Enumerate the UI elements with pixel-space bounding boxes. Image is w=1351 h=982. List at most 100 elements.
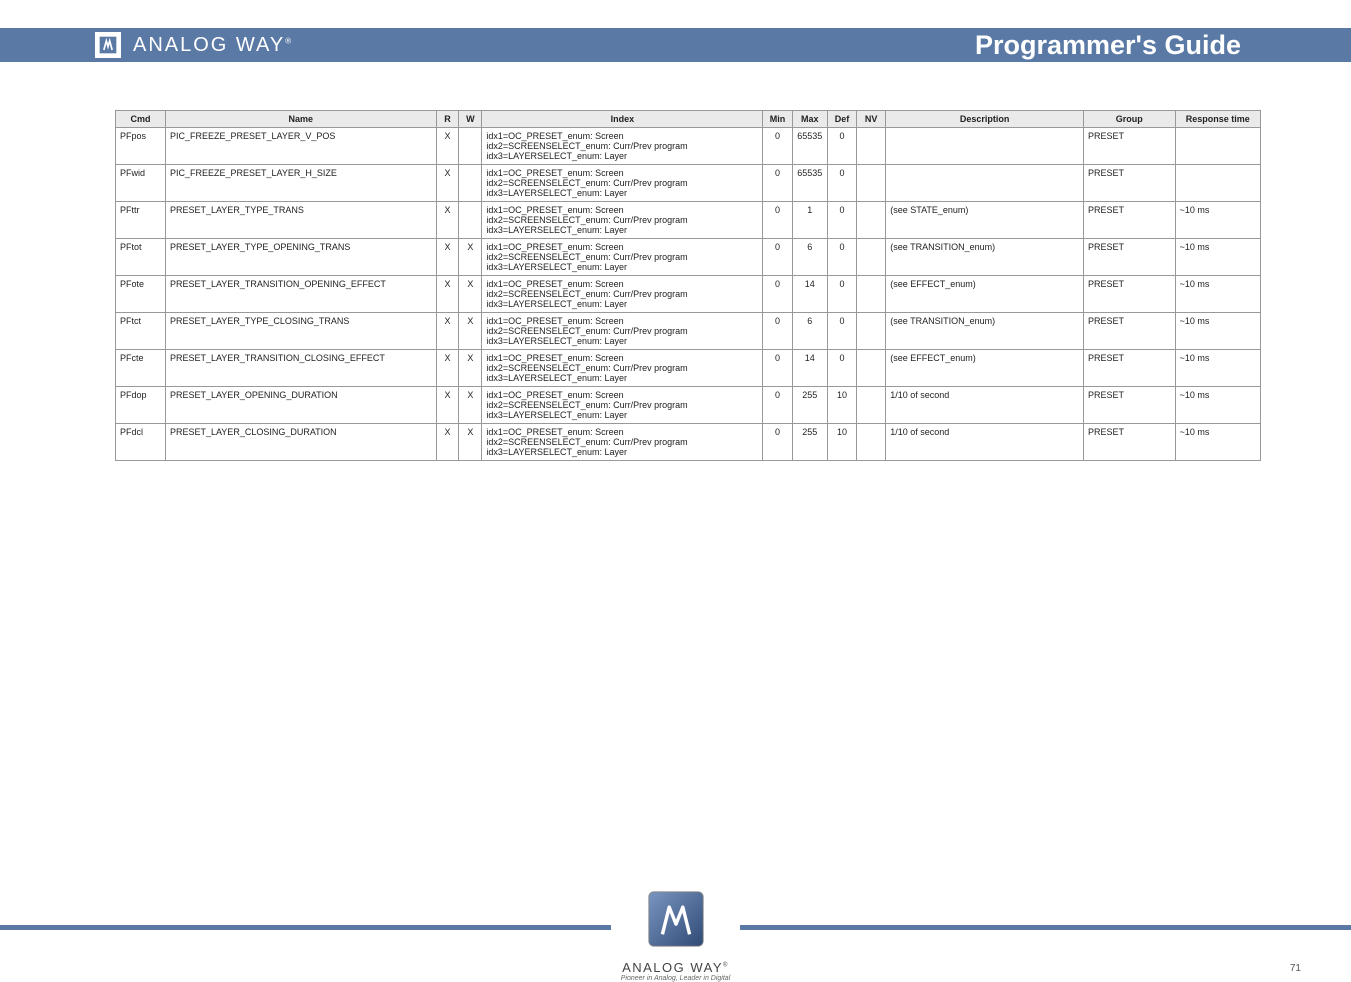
cell: idx1=OC_PRESET_enum: Screenidx2=SCREENSE… bbox=[482, 387, 763, 424]
logo-icon bbox=[95, 32, 121, 58]
cell bbox=[857, 128, 886, 165]
footer-line-right bbox=[740, 925, 1351, 930]
cell: ~10 ms bbox=[1175, 424, 1260, 461]
brand-name: ANALOG WAY bbox=[133, 34, 285, 56]
cell bbox=[857, 424, 886, 461]
cell: PRESET_LAYER_TYPE_OPENING_TRANS bbox=[165, 239, 436, 276]
cell: 0 bbox=[827, 276, 856, 313]
cell: ~10 ms bbox=[1175, 239, 1260, 276]
cell: 6 bbox=[792, 239, 827, 276]
cell: 0 bbox=[827, 202, 856, 239]
cell: X bbox=[436, 165, 459, 202]
cell bbox=[857, 313, 886, 350]
th-group: Group bbox=[1084, 111, 1176, 128]
cell: 0 bbox=[763, 239, 792, 276]
cell: X bbox=[459, 276, 482, 313]
footer-line-left bbox=[0, 925, 611, 930]
footer-tagline: Pioneer in Analog, Leader in Digital bbox=[621, 975, 730, 982]
cell: 0 bbox=[763, 165, 792, 202]
cell: PRESET bbox=[1084, 239, 1176, 276]
cell: 10 bbox=[827, 387, 856, 424]
table-row: PFdopPRESET_LAYER_OPENING_DURATIONXXidx1… bbox=[116, 387, 1261, 424]
table-row: PFposPIC_FREEZE_PRESET_LAYER_V_POSXidx1=… bbox=[116, 128, 1261, 165]
page-title: Programmer's Guide bbox=[975, 30, 1241, 61]
cell: 1/10 of second bbox=[886, 387, 1084, 424]
cell: 0 bbox=[827, 165, 856, 202]
cell bbox=[886, 165, 1084, 202]
cell bbox=[459, 202, 482, 239]
th-max: Max bbox=[792, 111, 827, 128]
cell: X bbox=[459, 313, 482, 350]
cell: PRESET bbox=[1084, 350, 1176, 387]
cell: X bbox=[459, 387, 482, 424]
cell: idx1=OC_PRESET_enum: Screenidx2=SCREENSE… bbox=[482, 313, 763, 350]
cell: 0 bbox=[827, 128, 856, 165]
cell: 1 bbox=[792, 202, 827, 239]
cell: ~10 ms bbox=[1175, 387, 1260, 424]
cell: idx1=OC_PRESET_enum: Screenidx2=SCREENSE… bbox=[482, 276, 763, 313]
cell: PFdop bbox=[116, 387, 166, 424]
cell: idx1=OC_PRESET_enum: Screenidx2=SCREENSE… bbox=[482, 202, 763, 239]
cell: PRESET bbox=[1084, 387, 1176, 424]
cell: X bbox=[436, 313, 459, 350]
table-row: PFttrPRESET_LAYER_TYPE_TRANSXidx1=OC_PRE… bbox=[116, 202, 1261, 239]
table-row: PFtotPRESET_LAYER_TYPE_OPENING_TRANSXXid… bbox=[116, 239, 1261, 276]
cell: idx1=OC_PRESET_enum: Screenidx2=SCREENSE… bbox=[482, 350, 763, 387]
cell: PFpos bbox=[116, 128, 166, 165]
th-index: Index bbox=[482, 111, 763, 128]
cell: X bbox=[436, 239, 459, 276]
th-w: W bbox=[459, 111, 482, 128]
cell: 0 bbox=[763, 202, 792, 239]
cell: PFtot bbox=[116, 239, 166, 276]
cell: (see EFFECT_enum) bbox=[886, 350, 1084, 387]
brand-reg: ® bbox=[285, 36, 293, 45]
cell: ~10 ms bbox=[1175, 276, 1260, 313]
cell: X bbox=[436, 350, 459, 387]
cell: PFcte bbox=[116, 350, 166, 387]
cell: 0 bbox=[763, 350, 792, 387]
th-cmd: Cmd bbox=[116, 111, 166, 128]
cell: PFttr bbox=[116, 202, 166, 239]
footer: ANALOG WAY® Pioneer in Analog, Leader in… bbox=[0, 885, 1351, 982]
cell: (see TRANSITION_enum) bbox=[886, 313, 1084, 350]
cell: X bbox=[436, 424, 459, 461]
cell: ~10 ms bbox=[1175, 350, 1260, 387]
cell: 0 bbox=[763, 387, 792, 424]
table-row: PFwidPIC_FREEZE_PRESET_LAYER_H_SIZEXidx1… bbox=[116, 165, 1261, 202]
command-table: Cmd Name R W Index Min Max Def NV Descri… bbox=[115, 110, 1261, 461]
footer-brand-reg: ® bbox=[723, 963, 729, 969]
cell: 0 bbox=[763, 313, 792, 350]
cell: X bbox=[436, 128, 459, 165]
footer-logo-icon bbox=[642, 885, 710, 953]
cell: PRESET bbox=[1084, 424, 1176, 461]
cell: PRESET_LAYER_TYPE_TRANS bbox=[165, 202, 436, 239]
cell: PRESET_LAYER_CLOSING_DURATION bbox=[165, 424, 436, 461]
cell bbox=[459, 165, 482, 202]
th-resp: Response time bbox=[1175, 111, 1260, 128]
cell bbox=[857, 239, 886, 276]
cell: PRESET bbox=[1084, 202, 1176, 239]
cell: PRESET bbox=[1084, 276, 1176, 313]
cell: 1/10 of second bbox=[886, 424, 1084, 461]
cell: (see STATE_enum) bbox=[886, 202, 1084, 239]
cell: PIC_FREEZE_PRESET_LAYER_H_SIZE bbox=[165, 165, 436, 202]
cell: X bbox=[436, 202, 459, 239]
cell: X bbox=[459, 424, 482, 461]
cell: 0 bbox=[827, 313, 856, 350]
cell bbox=[857, 350, 886, 387]
cell: idx1=OC_PRESET_enum: Screenidx2=SCREENSE… bbox=[482, 128, 763, 165]
cell: PFtct bbox=[116, 313, 166, 350]
cell: PFwid bbox=[116, 165, 166, 202]
cell: (see EFFECT_enum) bbox=[886, 276, 1084, 313]
cell: idx1=OC_PRESET_enum: Screenidx2=SCREENSE… bbox=[482, 165, 763, 202]
th-name: Name bbox=[165, 111, 436, 128]
cell bbox=[857, 202, 886, 239]
cell: PRESET_LAYER_TRANSITION_CLOSING_EFFECT bbox=[165, 350, 436, 387]
cell: 65535 bbox=[792, 128, 827, 165]
table-row: PFotePRESET_LAYER_TRANSITION_OPENING_EFF… bbox=[116, 276, 1261, 313]
cell: 0 bbox=[763, 276, 792, 313]
footer-badge: ANALOG WAY® Pioneer in Analog, Leader in… bbox=[621, 885, 730, 982]
cell bbox=[459, 128, 482, 165]
cell bbox=[857, 387, 886, 424]
cell: idx1=OC_PRESET_enum: Screenidx2=SCREENSE… bbox=[482, 424, 763, 461]
